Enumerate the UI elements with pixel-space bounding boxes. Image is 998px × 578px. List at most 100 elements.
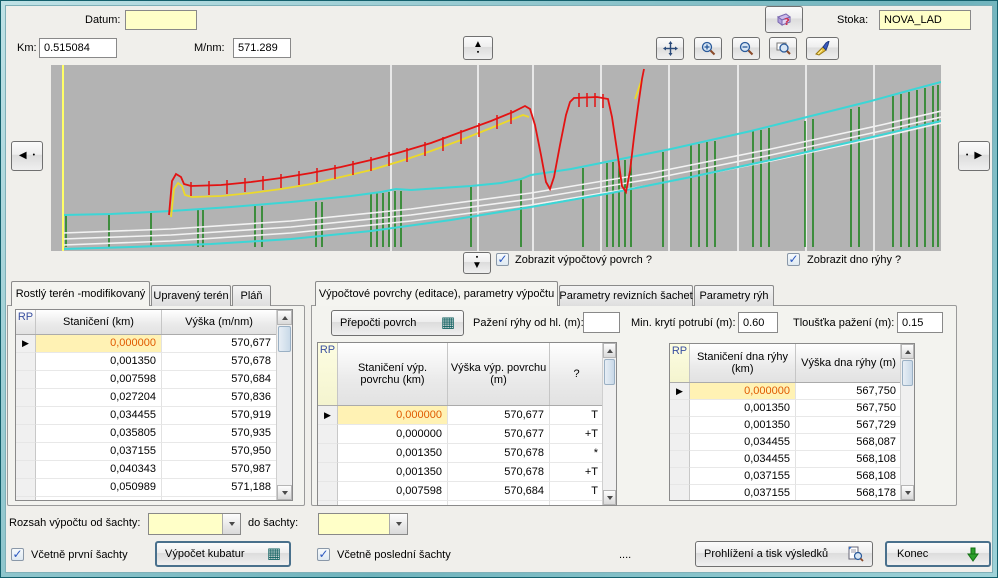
grid-cell[interactable]: 0,007598 <box>338 482 448 501</box>
stoka-input[interactable] <box>879 10 971 30</box>
grid-cell[interactable]: 570,935 <box>162 425 277 443</box>
pan-button[interactable] <box>656 37 684 60</box>
table-row[interactable]: 0,035805570,935 <box>16 425 292 443</box>
grid-cell[interactable]: 0,000000 <box>36 335 162 353</box>
grid-cell[interactable]: 567,729 <box>796 417 902 434</box>
grid-cell[interactable]: 0,027204 <box>36 389 162 407</box>
table-row[interactable]: 0,027204570,836 <box>16 389 292 407</box>
grid-cell[interactable]: 567,750 <box>796 400 902 417</box>
grid-cell[interactable]: 0,007598 <box>338 501 448 506</box>
scroll-thumb[interactable] <box>278 326 291 352</box>
scroll-up-button[interactable] <box>277 310 292 325</box>
grid-cell[interactable]: 570,836 <box>162 389 277 407</box>
grid-cell[interactable]: 570,987 <box>162 461 277 479</box>
scroll-thumb[interactable] <box>902 360 913 386</box>
tab-plan[interactable]: Pláň <box>232 285 271 306</box>
show-bottom-checkbox[interactable]: ✓ <box>787 253 800 266</box>
grid-cell[interactable]: 570,684 <box>448 501 550 506</box>
tab-vypoctove-povrchy[interactable]: Výpočtové povrchy (editace), parametry v… <box>315 281 558 306</box>
scroll-down-button[interactable] <box>901 485 914 500</box>
grid-cell[interactable]: 0,001350 <box>338 463 448 482</box>
grid-cell[interactable]: 571,188 <box>162 479 277 497</box>
zoom-out-button[interactable] <box>732 37 760 60</box>
grid-cell[interactable]: 0,000000 <box>338 406 448 425</box>
grid-cell[interactable]: 570,678 <box>448 463 550 482</box>
grid-cell[interactable]: 570,677 <box>448 425 550 444</box>
table-row[interactable]: 0,001350570,678 <box>16 353 292 371</box>
table-row[interactable]: 0,034455568,108 <box>670 451 914 468</box>
tab-rostly-teren[interactable]: Rostlý terén -modifikovaný <box>11 281 150 306</box>
table-row[interactable]: 0,001350570,678* <box>318 444 616 463</box>
scroll-up-button[interactable] <box>901 344 914 359</box>
grid-cell[interactable]: 570,684 <box>448 482 550 501</box>
table-row[interactable]: 0,000000570,677+T <box>318 425 616 444</box>
table-row[interactable]: 0,061438571,403 <box>16 497 292 501</box>
table-row[interactable]: 0,034455568,087 <box>670 434 914 451</box>
recompute-surface-button[interactable]: Přepočti povrch ▦ <box>331 310 464 336</box>
vertical-scrollbar[interactable] <box>900 344 914 500</box>
first-shaft-checkbox[interactable]: ✓ <box>11 548 24 561</box>
cover-input[interactable] <box>738 312 778 333</box>
grid-cell[interactable]: 0,035805 <box>36 425 162 443</box>
grid-cell[interactable]: 0,007598 <box>36 371 162 389</box>
grid-cell[interactable]: 0,037155 <box>36 443 162 461</box>
grid-cell[interactable]: 0,001350 <box>36 353 162 371</box>
mnm-input[interactable] <box>233 38 291 58</box>
grid-cell[interactable]: 570,678 <box>448 444 550 463</box>
grid-cell[interactable]: 568,108 <box>796 468 902 485</box>
grid-cell[interactable]: 571,403 <box>162 497 277 501</box>
grid-cell[interactable]: T <box>550 406 604 425</box>
zoom-window-button[interactable] <box>769 37 797 60</box>
grid-cell[interactable]: T <box>550 501 604 506</box>
scroll-up-button[interactable] <box>603 343 616 358</box>
sheeting-input[interactable] <box>583 312 620 333</box>
zoom-in-button[interactable] <box>694 37 722 60</box>
table-row[interactable]: 0,037155570,950 <box>16 443 292 461</box>
table-row[interactable]: ▶0,000000570,677 <box>16 335 292 353</box>
tab-parametry-ryh[interactable]: Parametry rýh <box>694 285 774 306</box>
grid-cell[interactable]: 570,677 <box>162 335 277 353</box>
grid-cell[interactable]: +T <box>550 425 604 444</box>
table-row[interactable]: 0,007598570,684 <box>16 371 292 389</box>
grid-cell[interactable]: 570,919 <box>162 407 277 425</box>
table-row[interactable]: 0,037155568,108 <box>670 468 914 485</box>
grid-cell[interactable]: 0,001350 <box>338 444 448 463</box>
grid-cell[interactable]: 568,087 <box>796 434 902 451</box>
end-button[interactable]: Konec <box>885 541 991 567</box>
grid-cell[interactable]: 568,108 <box>796 451 902 468</box>
scroll-profile-down-button[interactable]: ▪▼ <box>463 252 491 274</box>
grid-cell[interactable]: 567,750 <box>796 383 902 400</box>
grid-cell[interactable]: 570,678 <box>162 353 277 371</box>
to-shaft-combo[interactable] <box>318 513 408 535</box>
vertical-scrollbar[interactable] <box>602 343 616 505</box>
from-shaft-combo[interactable] <box>148 513 241 535</box>
km-input[interactable] <box>39 38 117 58</box>
grid-cell[interactable]: 0,034455 <box>690 451 796 468</box>
grid-cell[interactable]: 570,684 <box>162 371 277 389</box>
grid-cell[interactable]: 0,061438 <box>36 497 162 501</box>
grid-cell[interactable]: 0,001350 <box>690 417 796 434</box>
vertical-scrollbar[interactable] <box>276 310 292 500</box>
thickness-input[interactable] <box>897 312 943 333</box>
grid-cell[interactable]: 0,034455 <box>36 407 162 425</box>
table-row[interactable]: 0,007598570,684T <box>318 482 616 501</box>
combo-dropdown-button[interactable] <box>222 514 240 534</box>
scroll-profile-right-button[interactable]: •▶ <box>958 141 990 171</box>
profile-chart[interactable] <box>51 65 941 251</box>
show-surface-checkbox[interactable]: ✓ <box>496 253 509 266</box>
table-row[interactable]: ▶0,000000567,750 <box>670 383 914 400</box>
table-row[interactable]: 0,040343570,987 <box>16 461 292 479</box>
grid-cell[interactable]: 568,178 <box>796 485 902 501</box>
table-row[interactable]: 0,007598570,684T <box>318 501 616 506</box>
help-button[interactable]: ? <box>765 6 803 33</box>
scroll-profile-up-button[interactable]: ▲▪ <box>463 36 493 60</box>
table-row[interactable]: ▶0,000000570,677T <box>318 406 616 425</box>
table-row[interactable]: 0,001350567,729 <box>670 417 914 434</box>
datum-input[interactable] <box>125 10 197 30</box>
grid-cell[interactable]: +T <box>550 463 604 482</box>
grid-cell[interactable]: 570,677 <box>448 406 550 425</box>
grid-cell[interactable]: 0,040343 <box>36 461 162 479</box>
combo-dropdown-button[interactable] <box>389 514 407 534</box>
grid-cell[interactable]: 0,000000 <box>690 383 796 400</box>
grid-cell[interactable]: T <box>550 482 604 501</box>
